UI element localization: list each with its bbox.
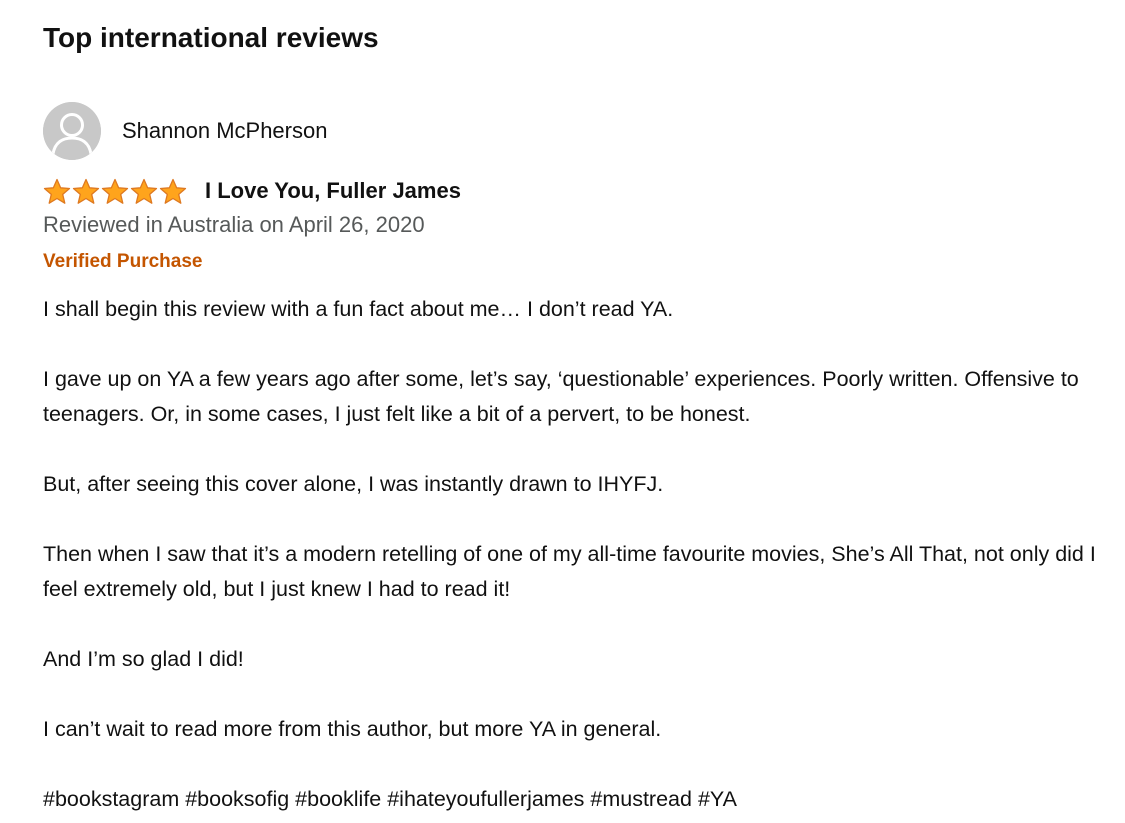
review-paragraph: I gave up on YA a few years ago after so… [43, 367, 1079, 426]
reviewer-profile[interactable]: Shannon McPherson [43, 102, 327, 160]
reviewer-name[interactable]: Shannon McPherson [122, 118, 327, 144]
star-rating[interactable] [43, 178, 187, 205]
star-icon [130, 178, 158, 204]
review-paragraph: I shall begin this review with a fun fac… [43, 297, 674, 321]
star-icon [101, 178, 129, 204]
review-hashtags: #bookstagram #booksofig #booklife #ihate… [43, 787, 737, 811]
review-title[interactable]: I Love You, Fuller James [205, 178, 461, 204]
star-icon [72, 178, 100, 204]
star-icon [159, 178, 187, 204]
review-date: Reviewed in Australia on April 26, 2020 [43, 212, 425, 237]
review-rating-row: I Love You, Fuller James [43, 176, 461, 206]
section-title: Top international reviews [43, 22, 379, 53]
review-paragraph: I can’t wait to read more from this auth… [43, 717, 662, 741]
star-icon [43, 178, 71, 204]
verified-purchase-badge[interactable]: Verified Purchase [43, 251, 202, 273]
review-paragraph: But, after seeing this cover alone, I wa… [43, 472, 664, 496]
review-body: I shall begin this review with a fun fac… [43, 292, 1118, 817]
review-paragraph: Then when I saw that it’s a modern retel… [43, 542, 1096, 601]
default-user-avatar-icon[interactable] [43, 102, 101, 160]
review-paragraph: And I’m so glad I did! [43, 647, 244, 671]
